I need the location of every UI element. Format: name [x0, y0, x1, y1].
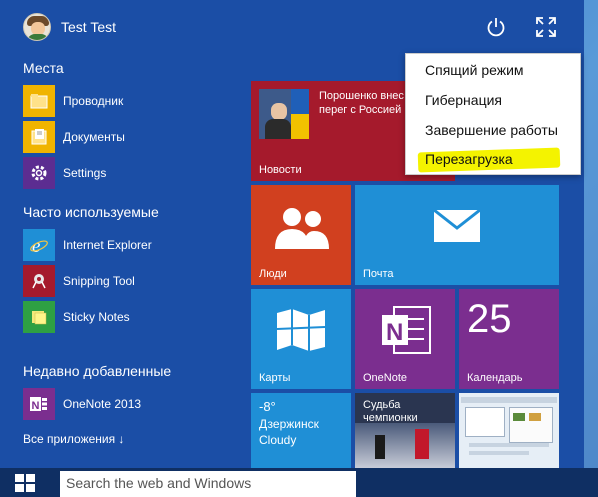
tile-mail[interactable]: Почта [355, 185, 559, 285]
app-item-sticky-notes[interactable]: Sticky Notes [23, 301, 233, 333]
app-item-internet-explorer[interactable]: e Internet Explorer [23, 229, 233, 261]
app-item-file-explorer[interactable]: Проводник [23, 85, 233, 117]
svg-text:N: N [386, 319, 403, 346]
weather-temp: -8° [259, 399, 276, 414]
tile-label: OneNote [363, 372, 408, 384]
section-places-title: Места [23, 60, 64, 76]
snipping-tool-icon [23, 265, 55, 297]
app-item-onenote-2013[interactable]: N OneNote 2013 [23, 388, 233, 420]
user-name: Test Test [61, 19, 116, 35]
people-icon [273, 205, 331, 254]
menu-item-sleep[interactable]: Спящий режим [425, 62, 524, 78]
sport-photo [355, 423, 455, 468]
tile-desktop-preview[interactable] [459, 393, 559, 468]
tile-label: Почта [363, 268, 394, 280]
tile-maps[interactable]: Карты [251, 289, 351, 389]
menu-item-shutdown[interactable]: Завершение работы [425, 122, 558, 138]
expand-icon[interactable] [535, 16, 557, 38]
app-label: OneNote 2013 [63, 397, 142, 411]
gear-icon [23, 157, 55, 189]
tile-sport-news[interactable]: Судьба чемпионки [355, 393, 455, 468]
internet-explorer-icon: e [23, 229, 55, 261]
tile-label: Люди [259, 268, 287, 280]
documents-icon [23, 121, 55, 153]
tile-onenote[interactable]: N OneNote [355, 289, 455, 389]
app-label: Settings [63, 166, 107, 180]
app-item-snipping-tool[interactable]: Snipping Tool [23, 265, 233, 297]
tile-label: Календарь [467, 372, 523, 384]
sticky-notes-icon [23, 301, 55, 333]
section-most-used-title: Часто используемые [23, 204, 159, 220]
weather-condition: Cloudy [259, 433, 297, 447]
svg-text:N: N [32, 400, 40, 412]
sport-headline: Судьба чемпионки [363, 399, 418, 424]
app-label: Sticky Notes [63, 310, 130, 324]
calendar-day: 25 [467, 297, 512, 341]
app-label: Проводник [63, 94, 124, 108]
weather-city: Дзержинск [259, 417, 319, 431]
file-explorer-icon [23, 85, 55, 117]
menu-item-restart[interactable]: Перезагрузка [425, 151, 513, 167]
tile-label: Новости [259, 164, 302, 176]
app-item-documents[interactable]: Документы [23, 121, 233, 153]
user-account[interactable]: Test Test [23, 12, 116, 42]
tile-weather[interactable]: -8° Дзержинск Cloudy [251, 393, 351, 468]
app-label: Документы [63, 130, 125, 144]
tile-label: Карты [259, 372, 291, 384]
tile-people[interactable]: Люди [251, 185, 351, 285]
power-menu: Спящий режим Гибернация Завершение работ… [405, 53, 581, 175]
news-photo [259, 89, 309, 139]
app-label: Snipping Tool [63, 274, 135, 288]
start-menu: Test Test Места Проводник Документы Sett… [0, 0, 584, 468]
app-label: Internet Explorer [63, 238, 152, 252]
avatar [23, 13, 51, 41]
windows-logo-icon [15, 473, 35, 492]
start-button[interactable] [0, 468, 50, 497]
search-input[interactable]: Search the web and Windows [60, 471, 356, 497]
mail-icon [433, 208, 481, 248]
all-apps-link[interactable]: Все приложения ↓ [23, 432, 124, 446]
app-item-settings[interactable]: Settings [23, 157, 233, 189]
menu-item-hibernate[interactable]: Гибернация [425, 92, 502, 108]
power-icon[interactable] [485, 16, 507, 38]
tile-calendar[interactable]: 25 Календарь [459, 289, 559, 389]
section-recent-title: Недавно добавленные [23, 363, 172, 379]
onenote-icon: N [23, 388, 55, 420]
onenote-tile-icon: N [380, 305, 432, 360]
map-icon [275, 307, 327, 358]
taskbar: Search the web and Windows [0, 468, 598, 497]
